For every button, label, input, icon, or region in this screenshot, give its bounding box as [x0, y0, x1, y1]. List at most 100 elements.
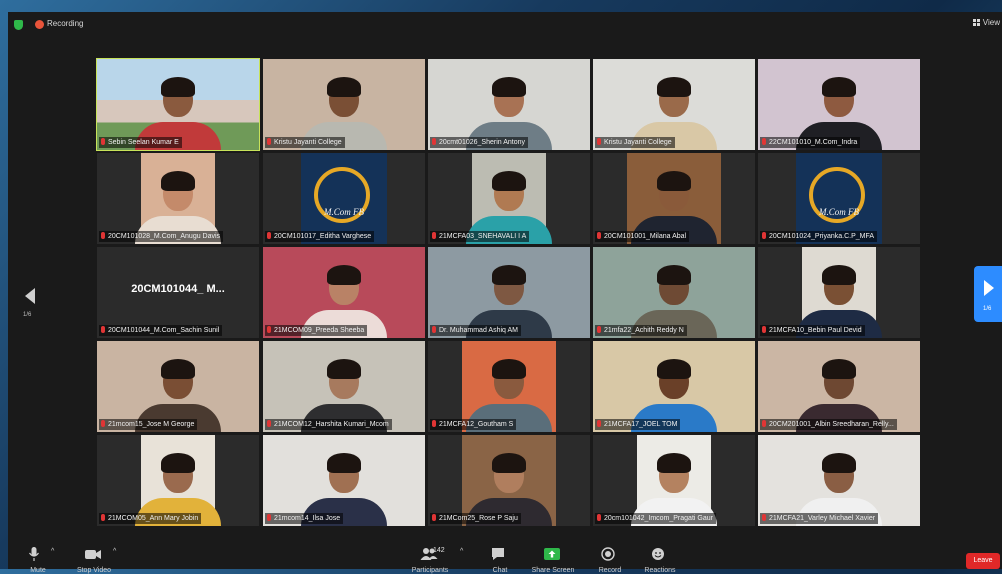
participant-tile[interactable]: Dr. Muhammad Ashiq AM	[428, 247, 590, 338]
share-screen-button[interactable]: Share Screen	[532, 546, 574, 574]
logo-text: M.Com FB	[324, 207, 364, 217]
participant-tile[interactable]: 21MCFA10_Bebin Paul Devid	[758, 247, 920, 338]
view-button[interactable]: View	[972, 18, 1000, 27]
muted-microphone-icon	[762, 138, 766, 145]
page-indicator-left: 1/6	[23, 312, 32, 318]
chat-icon	[492, 548, 504, 560]
participant-tile[interactable]: 21mfa22_Achith Reddy N	[593, 247, 755, 338]
view-label: View	[982, 18, 1000, 27]
participant-name-label: Dr. Muhammad Ashiq AM	[430, 325, 521, 336]
microphone-icon	[29, 547, 39, 561]
mute-options-chevron-icon[interactable]: ^	[51, 548, 54, 555]
participant-hair	[657, 265, 691, 286]
participant-hair	[327, 77, 361, 98]
next-page-button[interactable]: 1/6	[974, 266, 1002, 322]
participant-tile[interactable]: Sebin Seelan Kumar E	[96, 58, 260, 151]
participant-name-label: 21MCFA21_Varley Michael Xavier	[760, 513, 879, 524]
video-gallery: Sebin Seelan Kumar E Kristu Jayanti Colle…	[96, 58, 924, 531]
participant-tile[interactable]: M.Com FB 20CM101024_Priyanka.C.P_MFA	[758, 153, 920, 244]
participant-name: 20CM101017_Editha Varghese	[274, 233, 372, 240]
participant-tile[interactable]: 20CM101028_M.Com_Anugu Davis	[97, 153, 259, 244]
muted-microphone-icon	[267, 232, 271, 239]
muted-microphone-icon	[432, 514, 436, 521]
participant-name-label: 20CM101001_Milana Abal	[595, 231, 690, 242]
participant-tile[interactable]: 20CM101044_ M... 20CM101044_M.Com_Sachin …	[97, 247, 259, 338]
leave-button[interactable]: Leave	[966, 553, 1000, 569]
reactions-label: Reactions	[644, 567, 676, 574]
participant-hair	[657, 171, 691, 192]
participants-options-chevron-icon[interactable]: ^	[460, 548, 463, 555]
muted-microphone-icon	[101, 138, 105, 145]
participant-hair	[327, 453, 361, 474]
meeting-toolbar: Mute ^ Stop Video ^ 142 Participants ^ C…	[8, 543, 1002, 574]
participant-tile[interactable]: 20CM201001_Albin Sreedharan_Relly...	[758, 341, 920, 432]
top-bar: Recording View	[8, 12, 1002, 36]
participant-name-label: 21mfa22_Achith Reddy N	[595, 325, 687, 336]
shield-icon[interactable]	[14, 20, 23, 30]
participant-name: 21MCFA12_Goutham S	[439, 421, 514, 428]
stop-video-button[interactable]: Stop Video	[77, 546, 111, 574]
participant-tile[interactable]: 21MCFA21_Varley Michael Xavier	[758, 435, 920, 526]
participant-name-label: Kristu Jayanti College	[265, 137, 345, 148]
participant-hair	[161, 359, 195, 380]
arrow-right-icon	[984, 280, 994, 296]
participant-name: 20cm101042_Imcom_Pragati Gaur	[604, 515, 713, 522]
muted-microphone-icon	[432, 232, 436, 239]
participant-name: 21MCom25_Rose P Saju	[439, 515, 518, 522]
recording-label: Recording	[47, 19, 84, 28]
participant-name-label: 20CM101044_M.Com_Sachin Sunil	[99, 325, 223, 336]
participant-tile[interactable]: 21MCOM09_Preeda Sheeba	[263, 247, 425, 338]
participant-name: 21MCFA10_Bebin Paul Devid	[769, 327, 862, 334]
smiley-icon	[652, 548, 664, 560]
muted-microphone-icon	[432, 326, 436, 333]
participant-name-label: 20cmt01026_Sherin Antony	[430, 137, 529, 148]
participant-name: 20CM101024_Priyanka.C.P_MFA	[769, 233, 875, 240]
participant-hair	[492, 77, 526, 98]
muted-microphone-icon	[597, 420, 601, 427]
reactions-button[interactable]: Reactions	[644, 546, 676, 574]
participant-hair	[492, 453, 526, 474]
participant-tile[interactable]: Kristu Jayanti College	[593, 59, 755, 150]
meeting-window: Recording View 1/6 Sebin Seelan Kumar E K…	[8, 12, 1002, 574]
participant-tile[interactable]: 20CM101001_Milana Abal	[593, 153, 755, 244]
record-icon	[601, 547, 615, 561]
muted-microphone-icon	[101, 420, 105, 427]
chat-button[interactable]: Chat	[490, 546, 507, 574]
participant-tile[interactable]: 21MCOM05_Ann Mary Jobin	[97, 435, 259, 526]
muted-microphone-icon	[267, 138, 271, 145]
participant-name-label: 20CM201001_Albin Sreedharan_Relly...	[760, 419, 897, 430]
participant-display-name: 20CM101044_ M...	[131, 283, 225, 295]
previous-page-button[interactable]: 1/6	[20, 284, 42, 328]
participant-tile[interactable]: 21MCom25_Rose P Saju	[428, 435, 590, 526]
participant-name: 21MCOM12_Harshita Kumari_Mcom	[274, 421, 389, 428]
participant-tile[interactable]: 22CM101010_M.Com_Indra	[758, 59, 920, 150]
participant-name: 21MCFA03_SNEHAVALI I A	[439, 233, 527, 240]
muted-microphone-icon	[267, 514, 271, 521]
video-options-chevron-icon[interactable]: ^	[113, 548, 116, 555]
muted-microphone-icon	[432, 420, 436, 427]
participant-tile[interactable]: 21mcom15_Jose M George	[97, 341, 259, 432]
participant-name: 20CM201001_Albin Sreedharan_Relly...	[769, 421, 894, 428]
participant-tile[interactable]: 21MCOM12_Harshita Kumari_Mcom	[263, 341, 425, 432]
record-button[interactable]: Record	[599, 546, 621, 574]
participant-tile[interactable]: 21mcom14_Ilsa Jose	[263, 435, 425, 526]
muted-microphone-icon	[101, 326, 105, 333]
participant-tile[interactable]: 21MCFA03_SNEHAVALI I A	[428, 153, 590, 244]
participant-tile[interactable]: Kristu Jayanti College	[263, 59, 425, 150]
participant-name-label: 20CM101024_Priyanka.C.P_MFA	[760, 231, 878, 242]
arrow-left-icon	[25, 288, 35, 304]
participant-hair	[822, 77, 856, 98]
participant-name-label: 20CM101028_M.Com_Anugu Davis	[99, 231, 224, 242]
participant-tile[interactable]: 21MCFA12_Goutham S	[428, 341, 590, 432]
participants-button[interactable]: 142 Participants	[412, 546, 449, 574]
participant-tile[interactable]: M.Com FB 20CM101017_Editha Varghese	[263, 153, 425, 244]
participant-tile[interactable]: 20cmt01026_Sherin Antony	[428, 59, 590, 150]
participant-tile[interactable]: 20cm101042_Imcom_Pragati Gaur	[593, 435, 755, 526]
participant-hair	[657, 453, 691, 474]
participant-hair	[492, 171, 526, 192]
participant-name-label: 21MCFA10_Bebin Paul Devid	[760, 325, 865, 336]
mute-button[interactable]: Mute	[28, 546, 46, 574]
participant-hair	[822, 265, 856, 286]
participant-tile[interactable]: 21MCFA17_JOEL TOM	[593, 341, 755, 432]
participant-name: 20CM101001_Milana Abal	[604, 233, 687, 240]
